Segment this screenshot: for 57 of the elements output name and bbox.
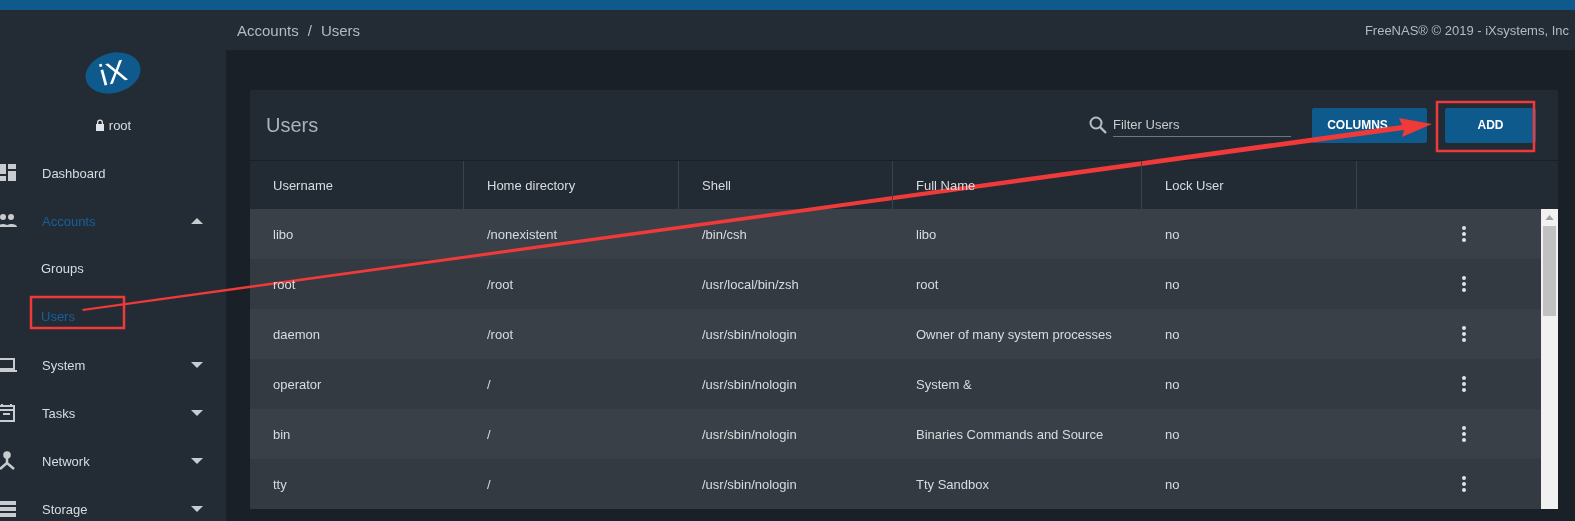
search-icon [1089,116,1107,134]
table-cell: daemon [273,326,320,342]
table-cell: / [487,376,491,392]
table-cell: no [1165,276,1180,292]
table-cell: /usr/sbin/nologin [702,426,797,442]
laptop-icon [0,355,18,375]
more-icon[interactable] [1462,376,1466,392]
table-cell: no [1165,326,1180,342]
copyright-text: FreeNAS® © 2019 - iXsystems, Inc [1364,22,1569,38]
storage-icon [0,499,18,519]
more-icon[interactable] [1462,226,1466,242]
table-cell: libo [916,226,937,242]
table-cell: libo [273,226,294,242]
table-cell: Binaries Commands and Source [916,426,1104,442]
table-cell: no [1165,376,1180,392]
table-cell: /usr/sbin/nologin [702,326,797,342]
breadcrumb-separator: / [307,21,312,39]
breadcrumb-link[interactable]: Accounts [237,21,299,39]
table-cell: /root [487,276,513,292]
calendar-icon [0,403,18,423]
table-cell: /usr/sbin/nologin [702,376,797,392]
lock-icon [94,119,105,131]
more-icon[interactable] [1462,326,1466,342]
nav-item[interactable]: Dashboard [0,149,226,197]
nav-item[interactable]: Storage [0,485,226,521]
table-cell: Owner of many system processes [916,326,1112,342]
table-cell: /root [487,326,513,342]
table-cell: /bin/csh [702,226,747,242]
breadcrumb-link[interactable]: Users [320,21,361,39]
table-cell: / [487,476,491,492]
more-icon[interactable] [1462,426,1466,442]
nav-subitem[interactable]: Groups [0,245,84,293]
more-icon[interactable] [1462,276,1466,292]
table-cell: root [916,276,939,292]
scrollbar-thumb[interactable] [1543,226,1556,316]
table-cell: bin [273,426,291,442]
table-cell: operator [273,376,322,392]
dashboard-icon [0,163,18,183]
more-icon[interactable] [1462,476,1466,492]
table-cell: /usr/local/bin/zsh [702,276,799,292]
table-cell: no [1165,476,1180,492]
filter-field[interactable]: Filter Users [1113,113,1291,137]
scrollbar[interactable] [1541,209,1558,509]
add-button[interactable]: ADD [1445,107,1536,143]
nav-item[interactable]: System [0,341,226,389]
table-cell: Tty Sandbox [916,476,989,492]
table-cell: no [1165,426,1180,442]
table-cell: /nonexistent [487,226,558,242]
table-cell: tty [273,476,287,492]
nav-item[interactable]: Tasks [0,389,226,437]
nav-item[interactable]: Network [0,437,226,485]
card-title: Users [266,113,319,137]
table-cell: System & [916,376,972,392]
table-cell: /usr/sbin/nologin [702,476,797,492]
table-cell: no [1165,226,1180,242]
table-cell: / [487,426,491,442]
username-label: root [108,117,132,133]
